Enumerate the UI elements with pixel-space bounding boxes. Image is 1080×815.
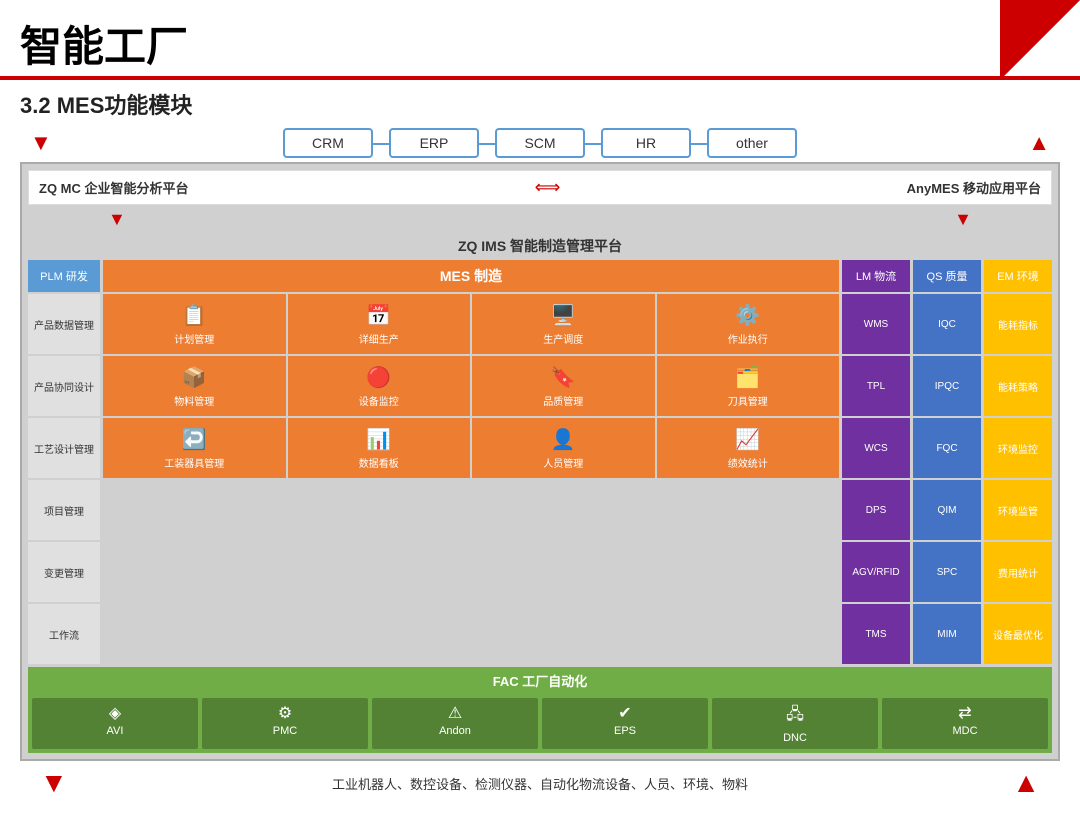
plm-item-3: 项目管理 [28,480,100,540]
bottom-row: ▼ 工业机器人、数控设备、检测仪器、自动化物流设备、人员、环境、物料 ▲ [20,761,1060,805]
fac-item-4: 🖧 DNC [712,698,878,749]
mes-cell-8: ↩️ 工装器具管理 [103,418,286,478]
plm-item-2: 工艺设计管理 [28,418,100,478]
mes-icon-1: 📅 [366,303,391,328]
lm-cell-3: DPS [842,480,910,540]
platform-outer: ZQ MC 企业智能分析平台 ⟺ AnyMES 移动应用平台 ▼ ▼ ZQ IM… [20,162,1060,761]
fac-icon-0: ◈ [109,703,121,723]
mes-cell-5: 🔴 设备监控 [288,356,471,416]
plm-header: PLM 研发 [28,260,100,292]
plm-item-1: 产品协同设计 [28,356,100,416]
left-top-arrow: ▼ [30,130,52,156]
fac-item-2: ⚠ Andon [372,698,538,749]
mes-cell-2: 🖥️ 生产调度 [472,294,655,354]
lm-cell-1: TPL [842,356,910,416]
lm-cell-4: AGV/RFID [842,542,910,602]
mes-cell-1: 📅 详细生产 [288,294,471,354]
em-cell-2: 环境监控 [984,418,1052,478]
mes-cell-10: 👤 人员管理 [472,418,655,478]
bottom-left-arrow: ▼ [40,767,68,799]
em-cell-4: 费用统计 [984,542,1052,602]
right-platform-label: AnyMES 移动应用平台 [907,178,1041,197]
left-down-arrow: ▼ [108,209,126,230]
bottom-right-arrow: ▲ [1012,767,1040,799]
mes-cell-4: 📦 物料管理 [103,356,286,416]
mes-cell-7: 🗂️ 刀具管理 [657,356,840,416]
mes-icon-2: 🖥️ [551,303,576,328]
header: 智能工厂 [0,0,1080,80]
two-platform-row: ZQ MC 企业智能分析平台 ⟺ AnyMES 移动应用平台 [28,170,1052,205]
scm-box[interactable]: SCM [495,128,585,158]
left-platform-label: ZQ MC 企业智能分析平台 [39,178,189,197]
mes-icon-0: 📋 [182,303,207,328]
mes-cell-9: 📊 数据看板 [288,418,471,478]
em-cell-1: 能耗策略 [984,356,1052,416]
erp-box[interactable]: ERP [389,128,479,158]
mes-column: MES 制造 📋 计划管理 📅 详细生产 🖥️ 生产调度 [103,260,839,664]
mes-cell-3: ⚙️ 作业执行 [657,294,840,354]
section-title: 3.2 MES功能模块 [0,80,1080,128]
qs-cell-5: MIM [913,604,981,664]
other-box[interactable]: other [707,128,797,158]
lm-column: LM 物流 WMS TPL WCS DPS AGV/RFID TMS [842,260,910,664]
qs-cell-2: FQC [913,418,981,478]
fac-icon-5: ⇄ [958,703,971,723]
double-arrow-icon: ⟺ [535,177,561,198]
mes-icon-10: 👤 [551,427,576,452]
mes-icon-4: 📦 [182,365,207,390]
fac-icon-2: ⚠ [448,703,462,723]
mes-icon-7: 🗂️ [735,365,760,390]
hr-box[interactable]: HR [601,128,691,158]
mes-header: MES 制造 [103,260,839,292]
plm-item-0: 产品数据管理 [28,294,100,354]
qs-header: QS 质量 [913,260,981,292]
lm-cell-0: WMS [842,294,910,354]
lm-cell-5: TMS [842,604,910,664]
em-cell-5: 设备最优化 [984,604,1052,664]
qs-column: QS 质量 IQC IPQC FQC QIM SPC MIM [913,260,981,664]
qs-cell-1: IPQC [913,356,981,416]
right-down-arrow: ▼ [954,209,972,230]
bottom-text: 工业机器人、数控设备、检测仪器、自动化物流设备、人员、环境、物料 [332,774,748,793]
mes-icon-9: 📊 [366,427,391,452]
right-top-arrow: ▲ [1028,130,1050,156]
fac-item-1: ⚙ PMC [202,698,368,749]
mes-icon-3: ⚙️ [735,303,760,328]
lm-header: LM 物流 [842,260,910,292]
mes-icon-11: 📈 [735,427,760,452]
em-header: EM 环境 [984,260,1052,292]
plm-item-4: 变更管理 [28,542,100,602]
ims-title: ZQ IMS 智能制造管理平台 [28,232,1052,260]
mes-cell-6: 🔖 品质管理 [472,356,655,416]
fac-icon-1: ⚙ [278,703,292,723]
mes-cell-0: 📋 计划管理 [103,294,286,354]
plm-column: PLM 研发 产品数据管理 产品协同设计 工艺设计管理 项目管理 变更管理 工作… [28,260,100,664]
plm-item-5: 工作流 [28,604,100,664]
qs-cell-0: IQC [913,294,981,354]
mes-cell-11: 📈 绩效统计 [657,418,840,478]
fac-item-3: ✔ EPS [542,698,708,749]
mes-icon-8: ↩️ [182,427,207,452]
lm-cell-2: WCS [842,418,910,478]
fac-items: ◈ AVI ⚙ PMC ⚠ Andon ✔ EPS 🖧 DNC ⇄ MDC [28,694,1052,753]
mes-icon-6: 🔖 [551,365,576,390]
fac-title: FAC 工厂自动化 [28,667,1052,694]
fac-icon-3: ✔ [618,703,631,723]
crm-box[interactable]: CRM [283,128,373,158]
fac-item-0: ◈ AVI [32,698,198,749]
em-cell-3: 环境监管 [984,480,1052,540]
em-cell-0: 能耗指标 [984,294,1052,354]
page-title: 智能工厂 [20,13,188,74]
main-content: ▼ ▲ CRM ERP SCM HR other ZQ MC 企业智能分析平台 … [0,128,1080,815]
fac-icon-4: 🖧 [786,703,804,730]
mes-icon-5: 🔴 [366,365,391,390]
qs-cell-4: SPC [913,542,981,602]
module-grid: PLM 研发 产品数据管理 产品协同设计 工艺设计管理 项目管理 变更管理 工作… [28,260,1052,664]
fac-item-5: ⇄ MDC [882,698,1048,749]
qs-cell-3: QIM [913,480,981,540]
em-column: EM 环境 能耗指标 能耗策略 环境监控 环境监管 费用统计 设备最优化 [984,260,1052,664]
